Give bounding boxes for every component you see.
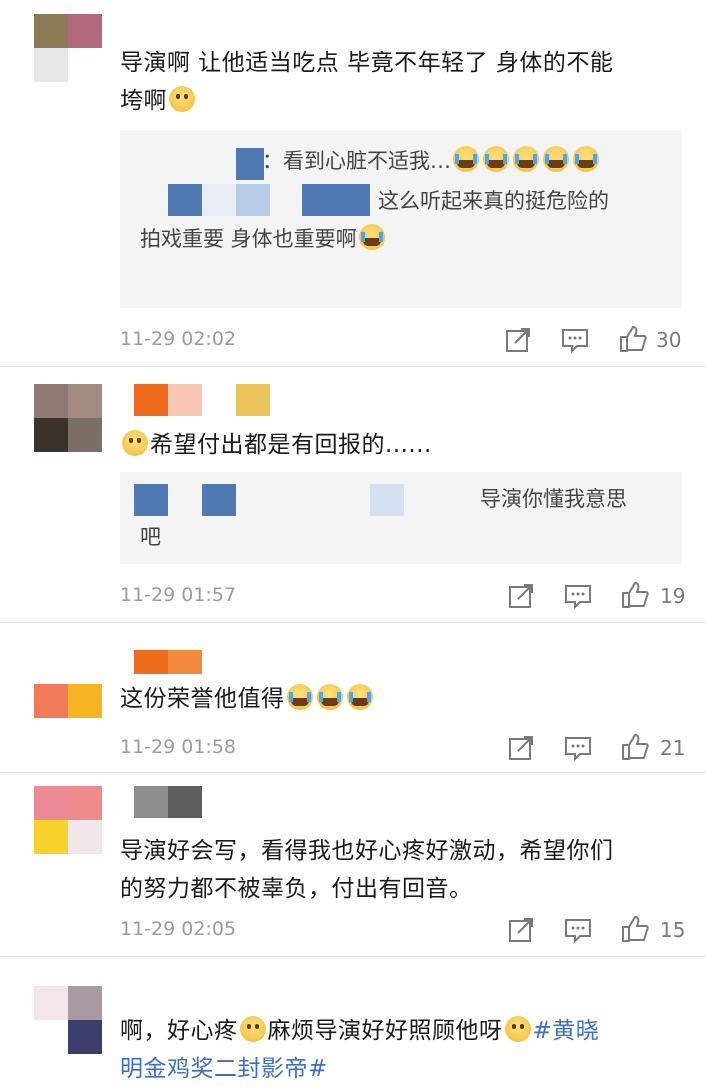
share-icon[interactable]: [506, 733, 536, 763]
comment-icon[interactable]: [563, 581, 593, 611]
comment-text-line: 啊，好心疼: [120, 1018, 238, 1044]
share-icon[interactable]: [506, 581, 536, 611]
like-count: 15: [660, 918, 686, 942]
comment-text: 啊，好心疼 麻烦导演好好照顾他呀 #黄晓: [120, 1012, 599, 1050]
comment-text: 垮啊: [120, 82, 197, 120]
reply-text-line: 导演你懂我意思: [480, 487, 627, 511]
crying-face-icon: [453, 146, 479, 172]
pleading-face-icon: [504, 1016, 531, 1042]
timestamp: 11-29 02:05: [120, 918, 237, 940]
thumbs-up-icon[interactable]: [620, 914, 650, 944]
comment-text-line: 这份荣誉他值得: [120, 686, 285, 712]
like-count: 21: [660, 736, 686, 760]
comment-text-line: 希望付出都是有回报的......: [150, 432, 432, 458]
timestamp: 11-29 01:57: [120, 584, 237, 606]
comment-icon[interactable]: [563, 915, 593, 945]
divider: [0, 772, 706, 773]
timestamp: 11-29 01:58: [120, 736, 237, 758]
hashtag-link[interactable]: #黄晓: [533, 1018, 600, 1044]
share-icon[interactable]: [503, 325, 533, 355]
pleading-face-icon: [169, 86, 195, 112]
thumbs-up-icon[interactable]: [620, 732, 650, 762]
crying-face-icon: [483, 146, 509, 172]
crying-face-icon: [573, 146, 599, 172]
reply-text-line: 拍戏重要 身体也重要啊: [140, 227, 357, 251]
crying-face-icon: [543, 146, 569, 172]
comment-icon[interactable]: [560, 325, 590, 355]
crying-face-icon: [286, 684, 313, 710]
comment-icon[interactable]: [563, 733, 593, 763]
thumbs-up-icon[interactable]: [618, 324, 648, 354]
reply-text-line: 这么听起来真的挺危险的: [378, 189, 609, 213]
like-count: 19: [660, 584, 686, 608]
divider: [0, 366, 706, 367]
divider: [0, 956, 706, 957]
share-icon[interactable]: [506, 915, 536, 945]
crying-face-icon: [346, 684, 373, 710]
comment-text-line: 导演啊 让他适当吃点 毕竟不年轻了 身体的不能: [120, 50, 614, 76]
comment-text: 这份荣誉他值得: [120, 680, 375, 718]
timestamp: 11-29 02:02: [120, 328, 237, 350]
reply-text-line: 吧: [140, 525, 161, 549]
comment-text-line: 麻烦导演好好照顾他呀: [267, 1018, 503, 1044]
comment-text: 希望付出都是有回报的......: [120, 426, 432, 464]
crying-face-icon: [358, 224, 385, 250]
pleading-face-icon: [122, 430, 148, 456]
like-count: 30: [656, 328, 682, 352]
thumbs-up-icon[interactable]: [620, 580, 650, 610]
hashtag-link[interactable]: 明金鸡奖二封影帝#: [120, 1050, 328, 1088]
pleading-face-icon: [239, 1016, 266, 1042]
comment-text-line: 的努力都不被辜负，付出有回音。: [120, 876, 473, 902]
divider: [0, 622, 706, 623]
reply-text: 拍戏重要 身体也重要啊: [140, 220, 387, 258]
comment-text-line: 导演好会写，看得我也好心疼好激动，希望你们: [120, 838, 614, 864]
reply-text-line: ：看到心脏不适我…: [262, 149, 451, 173]
comment-text: 导演啊 让他适当吃点 毕竟不年轻了 身体的不能: [120, 44, 613, 82]
crying-face-icon: [513, 146, 539, 172]
reply-text: ：看到心脏不适我…: [262, 142, 601, 180]
crying-face-icon: [316, 684, 343, 710]
comment-text-line: 垮啊: [120, 88, 167, 114]
